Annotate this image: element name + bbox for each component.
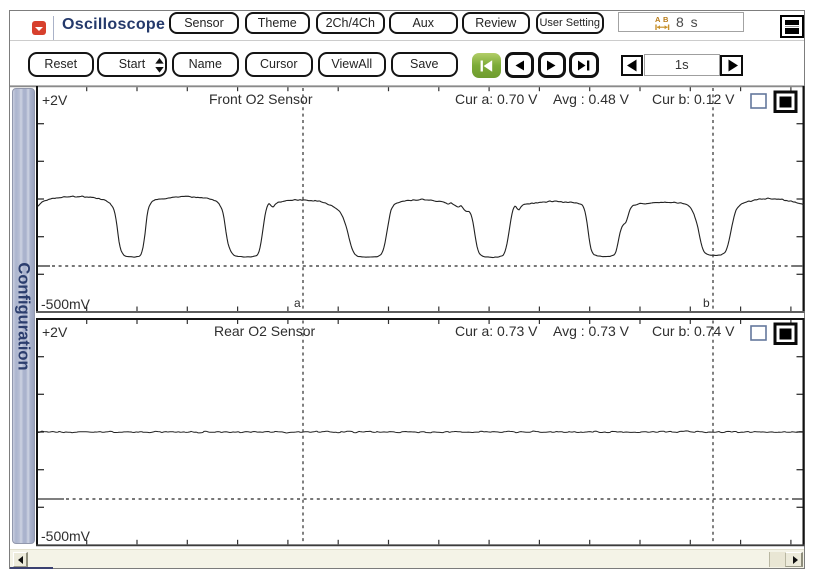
svg-text:Cur a: 0.73 V: Cur a: 0.73 V: [455, 323, 538, 339]
svg-text:Rear O2 Sensor: Rear O2 Sensor: [214, 323, 315, 339]
svg-text:b: b: [703, 296, 710, 310]
svg-text:-500mV: -500mV: [41, 296, 91, 312]
svg-text:+2V: +2V: [42, 92, 68, 108]
svg-text:Avg : 0.73 V: Avg : 0.73 V: [553, 323, 630, 339]
svg-text:Cur b: 0.74 V: Cur b: 0.74 V: [652, 323, 735, 339]
svg-text:a: a: [294, 296, 301, 310]
svg-text:Cur a: 0.70 V: Cur a: 0.70 V: [455, 91, 538, 107]
svg-text:+2V: +2V: [42, 324, 68, 340]
svg-text:Avg : 0.48 V: Avg : 0.48 V: [553, 91, 630, 107]
svg-text:Cur b: 0.12 V: Cur b: 0.12 V: [652, 91, 735, 107]
svg-text:-500mV: -500mV: [41, 528, 91, 544]
svg-text:Front O2 Sensor: Front O2 Sensor: [209, 91, 313, 107]
